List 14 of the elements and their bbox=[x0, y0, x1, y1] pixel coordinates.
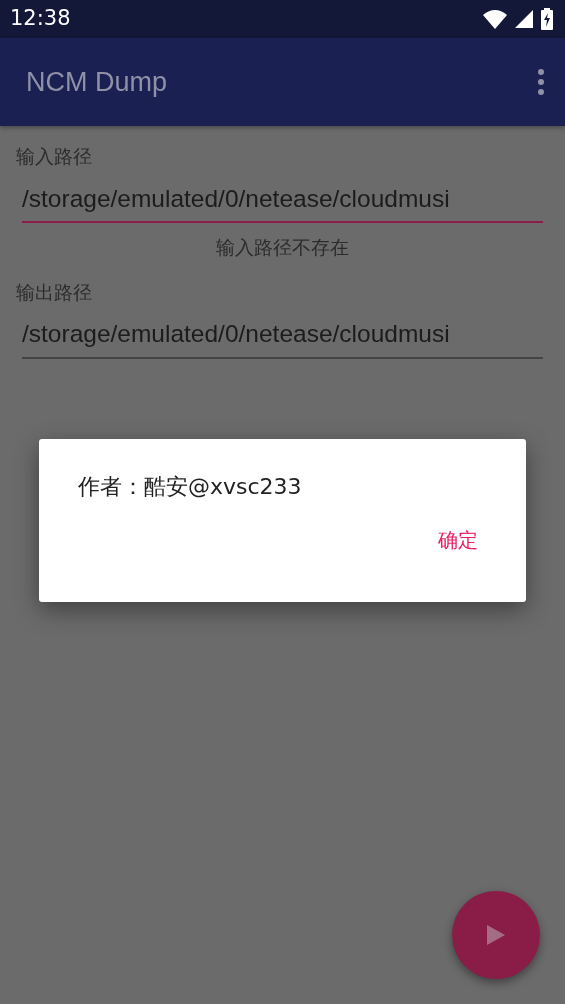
dialog-message: 作者：酷安@xvsc233 bbox=[77, 473, 303, 501]
error-message: 输入路径不存在 bbox=[216, 236, 349, 259]
path-input-field[interactable]: /storage/emulated/0/netease/cloudmusi bbox=[22, 176, 543, 224]
signal-icon bbox=[515, 10, 533, 28]
more-menu-icon[interactable] bbox=[537, 68, 545, 96]
battery-icon bbox=[541, 8, 553, 30]
app-title: NCM Dump bbox=[26, 65, 167, 99]
confirm-button[interactable]: 确定 bbox=[430, 521, 486, 559]
field-label: 输入路径 bbox=[16, 145, 92, 167]
path-input-field[interactable]: /storage/emulated/0/netease/cloudmusi bbox=[22, 312, 543, 359]
play-icon bbox=[487, 925, 505, 945]
wifi-icon bbox=[483, 9, 507, 29]
field-label: 输出路径 bbox=[16, 280, 92, 303]
status-time: 12:38 bbox=[10, 5, 71, 33]
